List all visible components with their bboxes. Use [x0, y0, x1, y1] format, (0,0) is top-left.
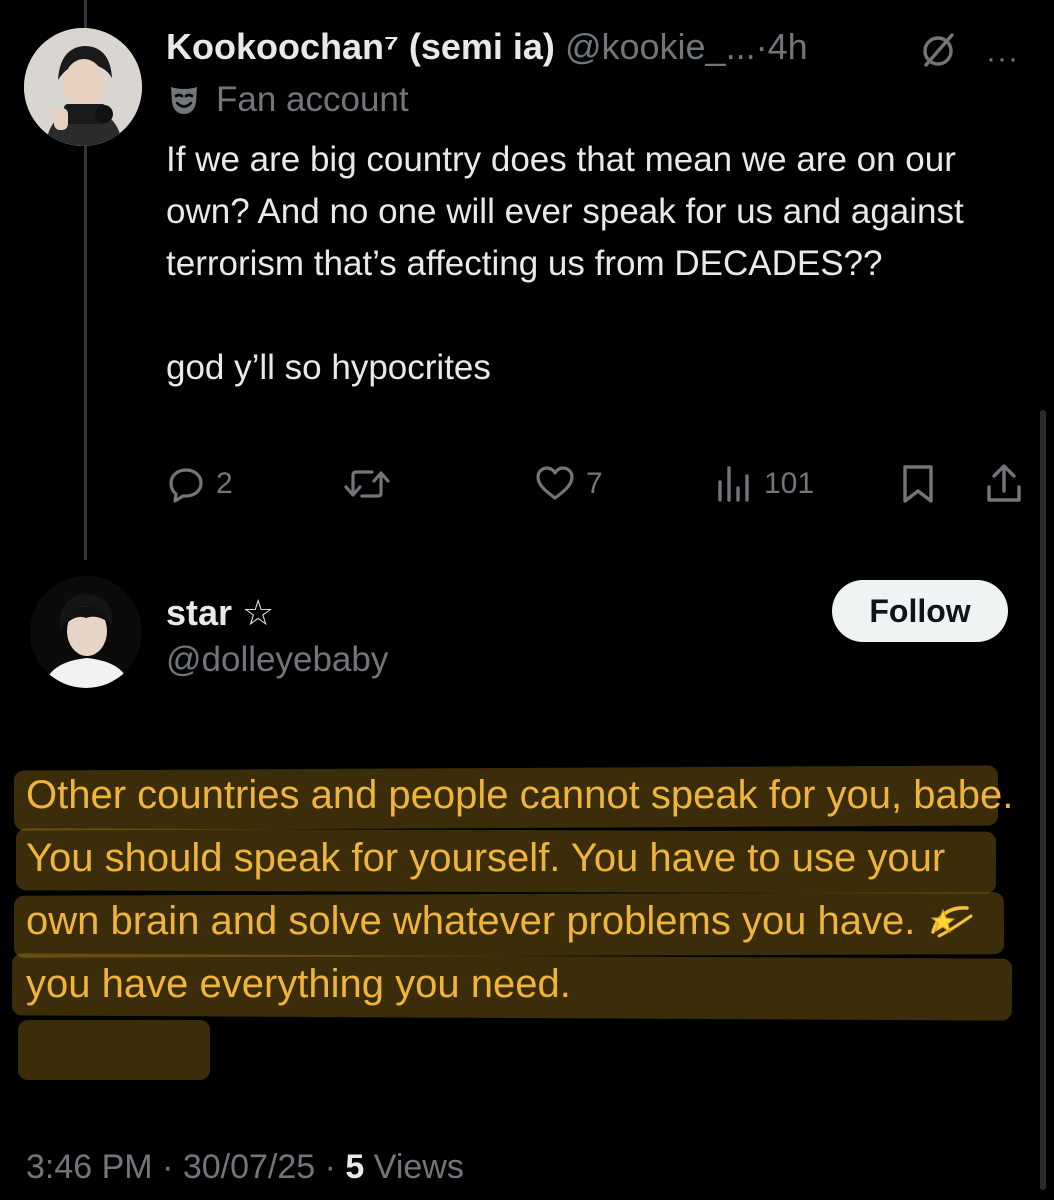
share-action[interactable] — [984, 460, 1024, 508]
like-count: 7 — [586, 467, 603, 500]
separator-dot: · — [755, 26, 768, 67]
avatar-image — [30, 576, 142, 688]
analytics-icon — [718, 466, 749, 502]
scrollbar[interactable] — [1040, 410, 1046, 1190]
reply-metadata: 3:46 PM · 30/07/25 · 5 Views — [26, 1148, 464, 1187]
heart-icon — [536, 466, 574, 500]
grok-icon[interactable] — [918, 30, 958, 70]
views-action[interactable]: 101 — [714, 460, 814, 508]
tweet-time[interactable]: 4h — [768, 26, 808, 67]
reply-author-name[interactable]: star ☆ — [166, 592, 274, 634]
reply-author-handle[interactable]: @dolleyebaby — [166, 640, 388, 680]
avatar-star[interactable] — [30, 576, 142, 688]
view-count: 101 — [764, 467, 815, 500]
repost-icon — [344, 470, 390, 498]
account-label-text: Fan account — [216, 80, 409, 119]
post-timestamp[interactable]: 3:46 PM · 30/07/25 · — [26, 1148, 345, 1186]
share-icon — [987, 464, 1021, 502]
tweet-paragraph: If we are big country does that mean we … — [166, 140, 964, 283]
reply-text-part: you have everything you need. — [26, 962, 571, 1006]
author-handle[interactable]: @kookie_... — [565, 26, 756, 67]
author-name[interactable]: Kookoochan⁷ (semi ia) — [166, 26, 555, 67]
avatar-kookoochan[interactable] — [24, 28, 142, 146]
tweet-actions: 2 7 101 — [166, 460, 1026, 508]
follow-button[interactable]: Follow — [832, 580, 1008, 642]
reply-action[interactable]: 2 — [166, 460, 233, 508]
reply-text-part: Other countries and people cannot speak … — [26, 773, 1014, 943]
reply-text: Other countries and people cannot speak … — [26, 764, 1016, 1016]
dizzy-star-icon — [930, 906, 973, 938]
repost-action[interactable] — [342, 460, 402, 508]
account-label: Fan account — [166, 80, 409, 120]
bookmark-icon — [903, 465, 933, 503]
mask-icon — [171, 87, 197, 114]
highlighter-mark — [18, 1020, 210, 1080]
views-label: Views — [364, 1148, 464, 1186]
tweet-header: Kookoochan⁷ (semi ia) @kookie_...·4h — [166, 26, 808, 68]
more-options-icon[interactable]: ··· — [986, 44, 1019, 74]
post-view-count: 5 — [345, 1148, 365, 1186]
reply-count: 2 — [216, 467, 233, 500]
avatar-image — [24, 28, 142, 146]
reply-icon — [169, 468, 203, 503]
like-action[interactable]: 7 — [534, 460, 603, 508]
tweet-text: If we are big country does that mean we … — [166, 134, 1026, 394]
bookmark-action[interactable] — [900, 460, 936, 508]
tweet-paragraph: god y’ll so hypocrites — [166, 348, 491, 387]
